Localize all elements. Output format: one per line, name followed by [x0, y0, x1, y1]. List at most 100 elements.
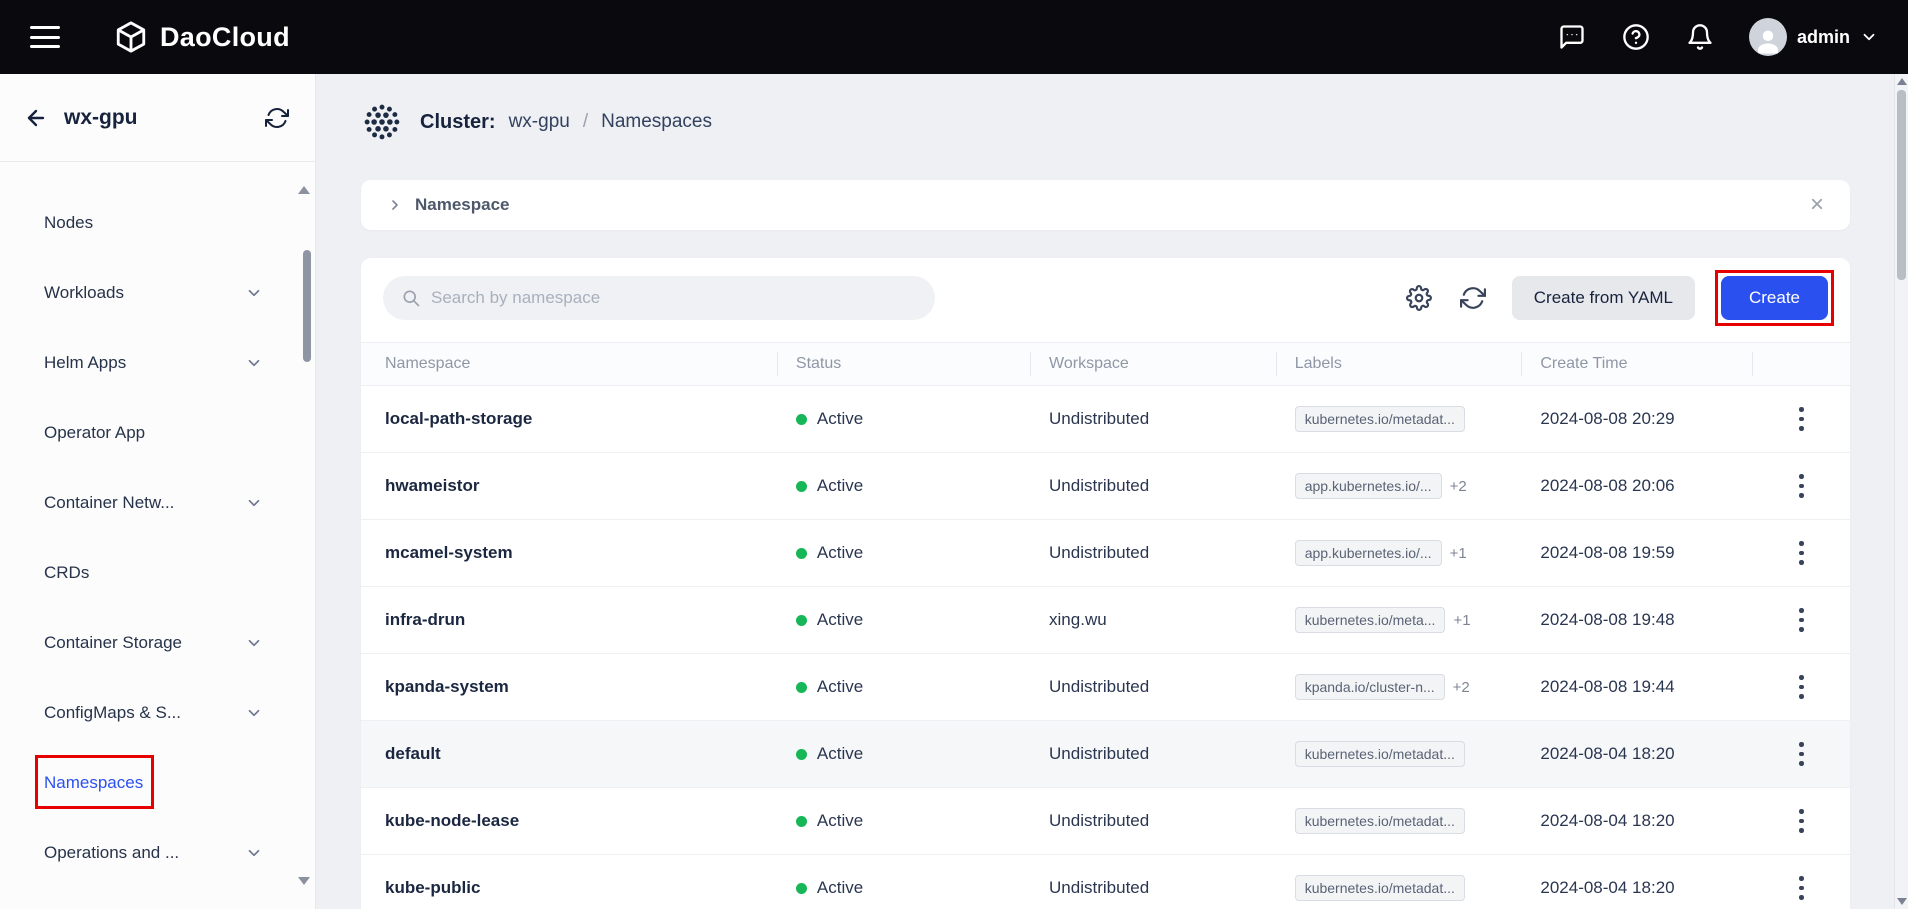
- sidebar-item-label: Operator App: [44, 423, 145, 442]
- workspace-cell: Undistributed: [1031, 811, 1277, 831]
- sidebar-item-nodes[interactable]: Nodes: [0, 188, 315, 258]
- kebab-menu-icon[interactable]: [1789, 667, 1814, 707]
- switch-cluster-icon[interactable]: [265, 106, 289, 130]
- label-chip: kubernetes.io/metadat...: [1295, 741, 1465, 767]
- kebab-menu-icon[interactable]: [1789, 533, 1814, 573]
- label-chip: kpanda.io/cluster-n...: [1295, 674, 1445, 700]
- status-text: Active: [817, 476, 863, 496]
- kebab-menu-icon[interactable]: [1789, 868, 1814, 908]
- column-header-status: Status: [778, 352, 1031, 376]
- kebab-menu-icon[interactable]: [1789, 466, 1814, 506]
- create-time-cell: 2024-08-04 18:20: [1522, 744, 1753, 764]
- table-row: kpanda-system Active Undistributed kpand…: [361, 654, 1850, 721]
- namespace-name[interactable]: default: [385, 744, 441, 764]
- page-scrollbar[interactable]: [1894, 74, 1908, 909]
- kebab-menu-icon[interactable]: [1789, 399, 1814, 439]
- label-extra-count: +2: [1453, 679, 1470, 696]
- label-chip: kubernetes.io/meta...: [1295, 607, 1446, 633]
- workspace-cell: Undistributed: [1031, 744, 1277, 764]
- sidebar-item-container-network[interactable]: Container Netw...: [0, 468, 315, 538]
- sidebar-item-configmaps[interactable]: ConfigMaps & S...: [0, 678, 315, 748]
- page-scrollbar-thumb[interactable]: [1897, 90, 1906, 280]
- label-chip: kubernetes.io/metadat...: [1295, 875, 1465, 901]
- status-text: Active: [817, 409, 863, 429]
- sidebar-item-container-storage[interactable]: Container Storage: [0, 608, 315, 678]
- breadcrumb-cluster-link[interactable]: wx-gpu: [509, 111, 570, 133]
- chevron-down-icon: [245, 284, 263, 302]
- workspace-cell: xing.wu: [1031, 610, 1277, 630]
- sidebar-item-namespaces[interactable]: Namespaces: [0, 748, 315, 818]
- create-from-yaml-button[interactable]: Create from YAML: [1512, 276, 1695, 320]
- breadcrumb-current: Namespaces: [601, 111, 712, 133]
- gear-icon[interactable]: [1404, 283, 1434, 313]
- scroll-up-icon[interactable]: [1897, 78, 1907, 85]
- search-input[interactable]: [431, 288, 917, 308]
- sidebar-item-label: ConfigMaps & S...: [44, 703, 181, 722]
- status-dot: [796, 816, 807, 827]
- status-dot: [796, 615, 807, 626]
- namespace-collapse-panel[interactable]: Namespace ×: [361, 180, 1850, 230]
- sidebar-item-label: Container Netw...: [44, 493, 174, 512]
- menu-icon[interactable]: [30, 26, 60, 48]
- sidebar-scrollbar-thumb[interactable]: [303, 250, 311, 362]
- label-extra-count: +1: [1450, 545, 1467, 562]
- close-icon[interactable]: ×: [1810, 193, 1824, 217]
- namespace-name[interactable]: infra-drun: [385, 610, 465, 630]
- namespace-name[interactable]: kube-node-lease: [385, 811, 519, 831]
- status-text: Active: [817, 543, 863, 563]
- namespace-name[interactable]: mcamel-system: [385, 543, 513, 563]
- status-text: Active: [817, 744, 863, 764]
- namespace-name[interactable]: kube-public: [385, 878, 480, 898]
- sidebar-item-workloads[interactable]: Workloads: [0, 258, 315, 328]
- create-time-cell: 2024-08-08 19:44: [1522, 677, 1753, 697]
- sidebar: wx-gpu Nodes Workloads Helm Apps Operato…: [0, 74, 316, 909]
- create-button[interactable]: Create: [1721, 276, 1828, 320]
- label-chip: app.kubernetes.io/...: [1295, 540, 1442, 566]
- kebab-menu-icon[interactable]: [1789, 600, 1814, 640]
- brand-logo[interactable]: DaoCloud: [114, 20, 290, 54]
- chat-icon[interactable]: [1557, 22, 1587, 52]
- status-dot: [796, 883, 807, 894]
- scroll-down-icon[interactable]: [1897, 898, 1907, 905]
- sidebar-header: wx-gpu: [0, 74, 315, 162]
- search-icon: [401, 288, 421, 308]
- sidebar-item-operations[interactable]: Operations and ...: [0, 818, 315, 888]
- kebab-menu-icon[interactable]: [1789, 801, 1814, 841]
- sidebar-item-helm-apps[interactable]: Helm Apps: [0, 328, 315, 398]
- create-time-cell: 2024-08-08 19:48: [1522, 610, 1753, 630]
- namespace-name[interactable]: hwameistor: [385, 476, 479, 496]
- chevron-down-icon: [1860, 28, 1878, 46]
- workspace-cell: Undistributed: [1031, 878, 1277, 898]
- breadcrumb-separator: /: [583, 111, 588, 133]
- sidebar-item-label: Container Storage: [44, 633, 182, 652]
- back-arrow-icon[interactable]: [24, 106, 48, 130]
- avatar: [1749, 18, 1787, 56]
- toolbar: Create from YAML Create: [361, 258, 1850, 320]
- sidebar-item-crds[interactable]: CRDs: [0, 538, 315, 608]
- create-time-cell: 2024-08-08 20:29: [1522, 409, 1753, 429]
- workspace-cell: Undistributed: [1031, 476, 1277, 496]
- bell-icon[interactable]: [1685, 22, 1715, 52]
- status-text: Active: [817, 811, 863, 831]
- column-header-workspace: Workspace: [1031, 352, 1277, 376]
- table-row: kube-node-lease Active Undistributed kub…: [361, 788, 1850, 855]
- status-dot: [796, 548, 807, 559]
- namespace-table: Namespace Status Workspace Labels Create…: [361, 342, 1850, 909]
- kebab-menu-icon[interactable]: [1789, 734, 1814, 774]
- column-header-actions: [1753, 352, 1850, 376]
- panel-title: Namespace: [415, 195, 510, 215]
- table-header-row: Namespace Status Workspace Labels Create…: [361, 342, 1850, 386]
- namespace-name[interactable]: kpanda-system: [385, 677, 509, 697]
- user-menu[interactable]: admin: [1749, 18, 1878, 56]
- sidebar-item-operator-app[interactable]: Operator App: [0, 398, 315, 468]
- table-row: default Active Undistributed kubernetes.…: [361, 721, 1850, 788]
- sidebar-scroll-down-icon[interactable]: [298, 877, 310, 885]
- namespace-name[interactable]: local-path-storage: [385, 409, 532, 429]
- label-extra-count: +2: [1450, 478, 1467, 495]
- sidebar-scroll-up-icon[interactable]: [298, 186, 310, 194]
- topbar-actions: admin: [1557, 18, 1878, 56]
- help-icon[interactable]: [1621, 22, 1651, 52]
- sidebar-item-label: Operations and ...: [44, 843, 179, 862]
- label-chip: kubernetes.io/metadat...: [1295, 808, 1465, 834]
- refresh-icon[interactable]: [1458, 283, 1488, 313]
